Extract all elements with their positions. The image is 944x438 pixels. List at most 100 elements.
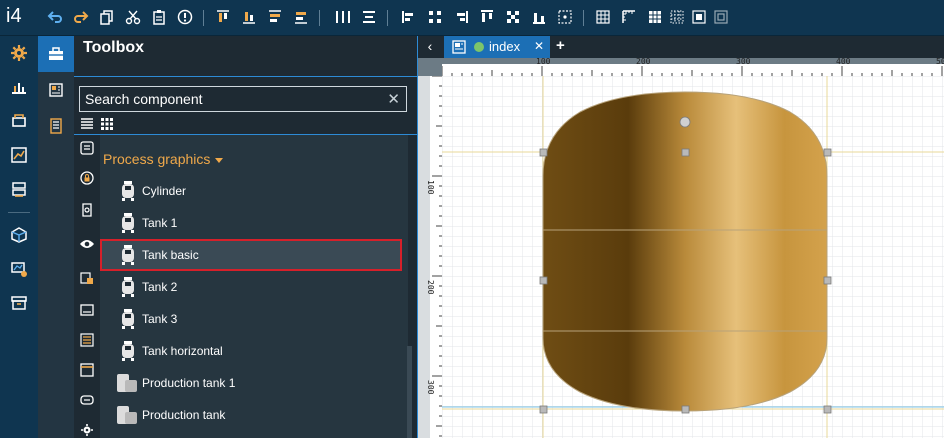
center-selection-icon[interactable] (556, 8, 574, 26)
server-icon[interactable] (0, 172, 38, 206)
component-item-production-tank[interactable]: Production tank (100, 399, 402, 431)
ruler-label: 100 (536, 58, 551, 66)
archive-icon[interactable] (0, 286, 38, 320)
app-window: i4 Toolbox Search component ✕ Process gr… (0, 0, 944, 438)
list-view-icon[interactable] (80, 117, 94, 131)
ruler-label: 200 (636, 58, 651, 66)
category-list-icon[interactable] (78, 331, 96, 349)
ruler-icon[interactable] (620, 8, 638, 26)
component-item-cylinder[interactable]: Cylinder (100, 175, 402, 207)
ruler-label: 300 (426, 380, 435, 395)
toolbox-title: Toolbox (83, 39, 145, 56)
grid-view-icon[interactable] (100, 117, 114, 131)
component-label: Production tank (142, 408, 226, 422)
component-label: Tank 1 (142, 216, 178, 230)
distribute-icon[interactable] (292, 8, 310, 26)
align-bottom-icon[interactable] (240, 8, 258, 26)
grid-icon[interactable] (594, 8, 612, 26)
design-canvas-area: 100 200 300 400 50 100 200 300 (418, 58, 944, 438)
properties-tab-icon[interactable] (38, 108, 74, 144)
redo-icon[interactable] (72, 8, 90, 26)
snap-object-icon[interactable] (690, 8, 708, 26)
category-column (74, 135, 100, 438)
category-basic-icon[interactable] (78, 139, 96, 157)
component-label: Tank basic (142, 248, 199, 262)
group-label: Process graphics (103, 151, 211, 167)
ruler-label: 50 (936, 58, 944, 66)
align-top-edge-icon[interactable] (478, 8, 496, 26)
tank-icon (122, 245, 134, 265)
center-both-icon[interactable] (504, 8, 522, 26)
align-middle-icon[interactable] (266, 8, 284, 26)
align-bottom-edge-icon[interactable] (530, 8, 548, 26)
category-lock-icon[interactable] (78, 169, 96, 187)
component-label: Tank horizontal (142, 344, 223, 358)
component-item-tank-3[interactable]: Tank 3 (100, 303, 402, 335)
category-window-icon[interactable] (78, 361, 96, 379)
category-view-icon[interactable] (78, 235, 96, 253)
cut-icon[interactable] (124, 8, 142, 26)
page-status-dot (474, 42, 484, 52)
component-list: Process graphics Cylinder Tank 1 Tank ba… (100, 135, 408, 438)
component-label: Tank 3 (142, 312, 178, 326)
toolbar-separator (319, 10, 320, 26)
snap-grid-icon[interactable] (646, 8, 664, 26)
settings-gear-icon[interactable] (0, 36, 38, 70)
vertical-ruler[interactable]: 100 200 300 (418, 76, 442, 438)
snap-guide-icon[interactable] (712, 8, 730, 26)
trend-icon[interactable] (0, 138, 38, 172)
category-settings-icon[interactable] (78, 421, 96, 438)
search-input[interactable] (80, 87, 380, 111)
component-item-tank-2[interactable]: Tank 2 (100, 271, 402, 303)
divider (74, 76, 418, 77)
distribute-vertical-icon[interactable] (360, 8, 378, 26)
clear-search-icon[interactable]: ✕ (387, 90, 400, 108)
package-icon[interactable] (0, 218, 38, 252)
app-logo: i4 (6, 5, 22, 27)
snap-grid-dotted-icon[interactable] (668, 8, 686, 26)
category-link-icon[interactable] (78, 391, 96, 409)
category-library-icon[interactable] (78, 269, 96, 287)
toolbox-panel: Toolbox ✕ (74, 36, 418, 438)
left-navigation (0, 36, 38, 438)
undo-icon[interactable] (46, 8, 64, 26)
main-toolbar: i4 (0, 0, 944, 36)
align-top-icon[interactable] (214, 8, 232, 26)
ruler-label: 400 (836, 58, 851, 66)
toolbox-tab-icon[interactable] (38, 36, 74, 72)
align-left-icon[interactable] (400, 8, 418, 26)
paste-icon[interactable] (150, 8, 168, 26)
monitor-settings-icon[interactable] (0, 252, 38, 286)
component-item-tank-basic[interactable]: Tank basic (100, 239, 402, 271)
component-item-tank-1[interactable]: Tank 1 (100, 207, 402, 239)
copy-icon[interactable] (98, 8, 116, 26)
info-icon[interactable] (176, 8, 194, 26)
ruler-label: 200 (426, 280, 435, 295)
editor-subnav (38, 36, 74, 438)
add-tab-icon[interactable]: + (556, 37, 565, 54)
component-label: Tank 2 (142, 280, 178, 294)
align-right-icon[interactable] (452, 8, 470, 26)
distribute-horizontal-icon[interactable] (334, 8, 352, 26)
device-icon[interactable] (0, 104, 38, 138)
layout-tab-icon[interactable] (38, 72, 74, 108)
component-label: Production tank 1 (142, 376, 236, 390)
group-header-process-graphics[interactable]: Process graphics (103, 151, 224, 167)
horizontal-ruler[interactable]: 100 200 300 400 50 (442, 58, 944, 76)
category-display-icon[interactable] (78, 301, 96, 319)
ruler-label: 100 (426, 180, 435, 195)
component-item-tank-horizontal[interactable]: Tank horizontal (100, 335, 402, 367)
toolbox-scrollbar[interactable] (407, 346, 412, 438)
tab-index[interactable]: index ✕ (444, 36, 550, 58)
category-script-icon[interactable] (78, 201, 96, 219)
close-tab-icon[interactable]: ✕ (534, 39, 544, 53)
tank-icon (122, 341, 134, 361)
component-item-production-tank-1[interactable]: Production tank 1 (100, 367, 402, 399)
tank-icon (122, 181, 134, 201)
tab-scroll-left-icon[interactable]: ‹ (422, 38, 438, 56)
nav-separator (8, 212, 30, 213)
page-canvas[interactable] (442, 76, 944, 438)
align-center-icon[interactable] (426, 8, 444, 26)
tank-basic-shape[interactable] (542, 91, 828, 412)
dashboard-icon[interactable] (0, 70, 38, 104)
